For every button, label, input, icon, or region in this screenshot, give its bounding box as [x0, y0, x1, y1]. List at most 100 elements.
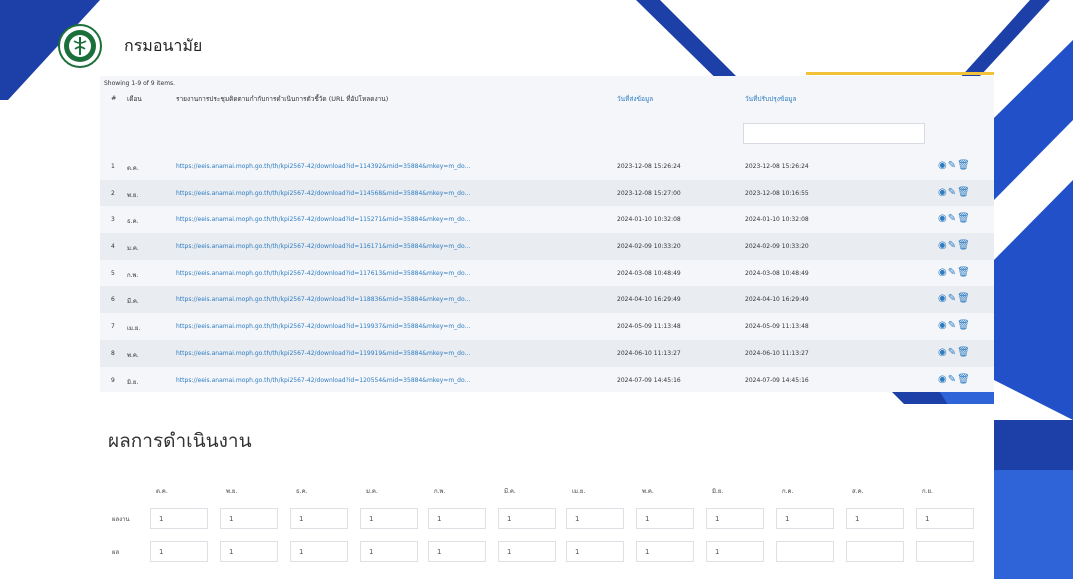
report-table-card: Showing 1-9 of 9 items. # เดือน รายงานกา…	[100, 76, 994, 392]
table-body: 1 ต.ค. https://eeis.anamai.moph.go.th/th/k…	[100, 153, 994, 393]
row-sent-date: 2024-04-10 16:29:49	[617, 296, 681, 304]
result-value-input[interactable]: 1	[776, 508, 834, 529]
row-number: 4	[111, 243, 115, 251]
row-updated-date: 2024-05-09 11:13:48	[745, 323, 809, 331]
row-sent-date: 2023-12-08 15:26:24	[617, 163, 681, 170]
eye-icon[interactable]: ◉	[938, 374, 948, 385]
result-value-input[interactable]: 1	[706, 541, 764, 562]
result-value-input[interactable]: 1	[290, 508, 348, 529]
month-header: มิ.ย.	[712, 488, 724, 495]
table-row: 2 พ.ย. https://eeis.anamai.moph.go.th/th/k…	[100, 179, 994, 207]
trash-icon[interactable]: 🗑	[957, 240, 971, 251]
row-number: 3	[111, 216, 115, 224]
pencil-icon[interactable]: ✎	[948, 293, 957, 304]
row-updated-date: 2024-02-09 10:33:20	[745, 243, 809, 251]
eye-icon[interactable]: ◉	[938, 240, 948, 251]
result-value-input[interactable]: 1	[220, 508, 278, 529]
results-row-label: ผล	[112, 549, 120, 556]
result-value-input[interactable]: 1	[498, 508, 556, 529]
eye-icon[interactable]: ◉	[938, 160, 948, 171]
eye-icon[interactable]: ◉	[938, 267, 948, 278]
pencil-icon[interactable]: ✎	[948, 187, 957, 198]
eye-icon[interactable]: ◉	[938, 320, 948, 331]
pencil-icon[interactable]: ✎	[948, 240, 957, 251]
result-value-input[interactable]: 1	[498, 541, 556, 562]
site-title: กรมอนามัย	[124, 35, 203, 55]
result-value-input[interactable]: 1	[360, 541, 418, 562]
row-month: ก.พ.	[127, 271, 139, 279]
pencil-icon[interactable]: ✎	[948, 347, 957, 358]
result-value-input[interactable]: 1	[150, 541, 208, 562]
month-header: เม.ย.	[572, 488, 586, 495]
trash-icon[interactable]: 🗑	[957, 160, 971, 171]
result-value-input[interactable]: 1	[846, 508, 904, 529]
pencil-icon[interactable]: ✎	[948, 213, 957, 224]
header-sent-date[interactable]: วันที่ส่งข้อมูล	[617, 94, 653, 104]
result-value-input[interactable]: 1	[220, 541, 278, 562]
trash-icon[interactable]: 🗑	[957, 213, 971, 224]
result-value-input[interactable]: 1	[428, 541, 486, 562]
eye-icon[interactable]: ◉	[938, 293, 948, 304]
results-row-label: ผลงาน	[112, 516, 130, 523]
month-header: ส.ค.	[852, 488, 864, 495]
row-file-link[interactable]: https://eeis.anamai.moph.go.th/th/kpi256…	[176, 243, 598, 250]
result-value-input[interactable]: 1	[566, 541, 624, 562]
header-number: #	[111, 94, 117, 102]
row-month: เม.ย.	[127, 325, 141, 333]
result-value-input[interactable]: 1	[360, 508, 418, 529]
row-number: 2	[111, 189, 115, 197]
header-updated-date[interactable]: วันที่ปรับปรุงข้อมูล	[745, 94, 797, 104]
row-sent-date: 2024-05-09 11:13:48	[617, 323, 681, 331]
month-header: ก.พ.	[434, 488, 446, 495]
eye-icon[interactable]: ◉	[938, 347, 948, 358]
row-month: ม.ค.	[127, 245, 139, 253]
trash-icon[interactable]: 🗑	[957, 320, 971, 331]
result-value-input[interactable]: 1	[706, 508, 764, 529]
row-month: ต.ค.	[127, 165, 139, 172]
result-value-input[interactable]: 1	[290, 541, 348, 562]
result-value-input[interactable]: 1	[636, 541, 694, 562]
pencil-icon[interactable]: ✎	[948, 374, 957, 385]
pencil-icon[interactable]: ✎	[948, 267, 957, 278]
row-file-link[interactable]: https://eeis.anamai.moph.go.th/th/kpi256…	[176, 350, 598, 357]
row-file-link[interactable]: https://eeis.anamai.moph.go.th/th/kpi256…	[176, 190, 598, 197]
row-file-link[interactable]: https://eeis.anamai.moph.go.th/th/kpi256…	[176, 216, 598, 223]
table-row: 7 เม.ย. https://eeis.anamai.moph.go.th/th/…	[100, 313, 994, 340]
eye-icon[interactable]: ◉	[938, 213, 948, 224]
trash-icon[interactable]: 🗑	[957, 293, 971, 304]
row-file-link[interactable]: https://eeis.anamai.moph.go.th/th/kpi256…	[176, 163, 598, 170]
pencil-icon[interactable]: ✎	[948, 160, 957, 171]
eye-icon[interactable]: ◉	[938, 187, 948, 198]
month-header: พ.ค.	[642, 488, 654, 495]
anamai-logo[interactable]	[58, 24, 102, 68]
row-sent-date: 2024-02-09 10:33:20	[617, 243, 681, 251]
header-file[interactable]: รายงานการประชุมติดตามกำกับการดำเนินการตั…	[176, 94, 388, 104]
pencil-icon[interactable]: ✎	[948, 320, 957, 331]
updated-date-filter-input[interactable]	[743, 123, 925, 144]
row-month: พ.ค.	[127, 351, 139, 359]
row-number: 5	[111, 269, 115, 277]
trash-icon[interactable]: 🗑	[957, 374, 971, 385]
header-month[interactable]: เดือน	[127, 94, 142, 104]
row-file-link[interactable]: https://eeis.anamai.moph.go.th/th/kpi256…	[176, 377, 598, 384]
result-value-input[interactable]: 1	[150, 508, 208, 529]
results-title: ผลการดำเนินงาน	[108, 430, 252, 452]
table-row: 1 ต.ค. https://eeis.anamai.moph.go.th/th/k…	[100, 153, 994, 180]
trash-icon[interactable]: 🗑	[957, 347, 971, 358]
trash-icon[interactable]: 🗑	[957, 267, 971, 278]
result-value-input[interactable]	[776, 541, 834, 562]
result-value-input[interactable]: 1	[566, 508, 624, 529]
row-file-link[interactable]: https://eeis.anamai.moph.go.th/th/kpi256…	[176, 270, 598, 277]
trash-icon[interactable]: 🗑	[957, 187, 971, 198]
table-row: 4 ม.ค. https://eeis.anamai.moph.go.th/th/k…	[100, 233, 994, 260]
result-value-input[interactable]: 1	[636, 508, 694, 529]
result-value-input[interactable]	[916, 541, 974, 562]
row-file-link[interactable]: https://eeis.anamai.moph.go.th/th/kpi256…	[176, 296, 598, 303]
row-updated-date: 2024-04-10 16:29:49	[745, 296, 809, 304]
result-value-input[interactable]: 1	[428, 508, 486, 529]
result-value-input[interactable]: 1	[916, 508, 974, 529]
result-value-input[interactable]	[846, 541, 904, 562]
row-file-link[interactable]: https://eeis.anamai.moph.go.th/th/kpi256…	[176, 323, 598, 330]
row-sent-date: 2023-12-08 15:27:00	[617, 189, 681, 197]
row-actions: ◉✎🗑	[938, 187, 971, 198]
